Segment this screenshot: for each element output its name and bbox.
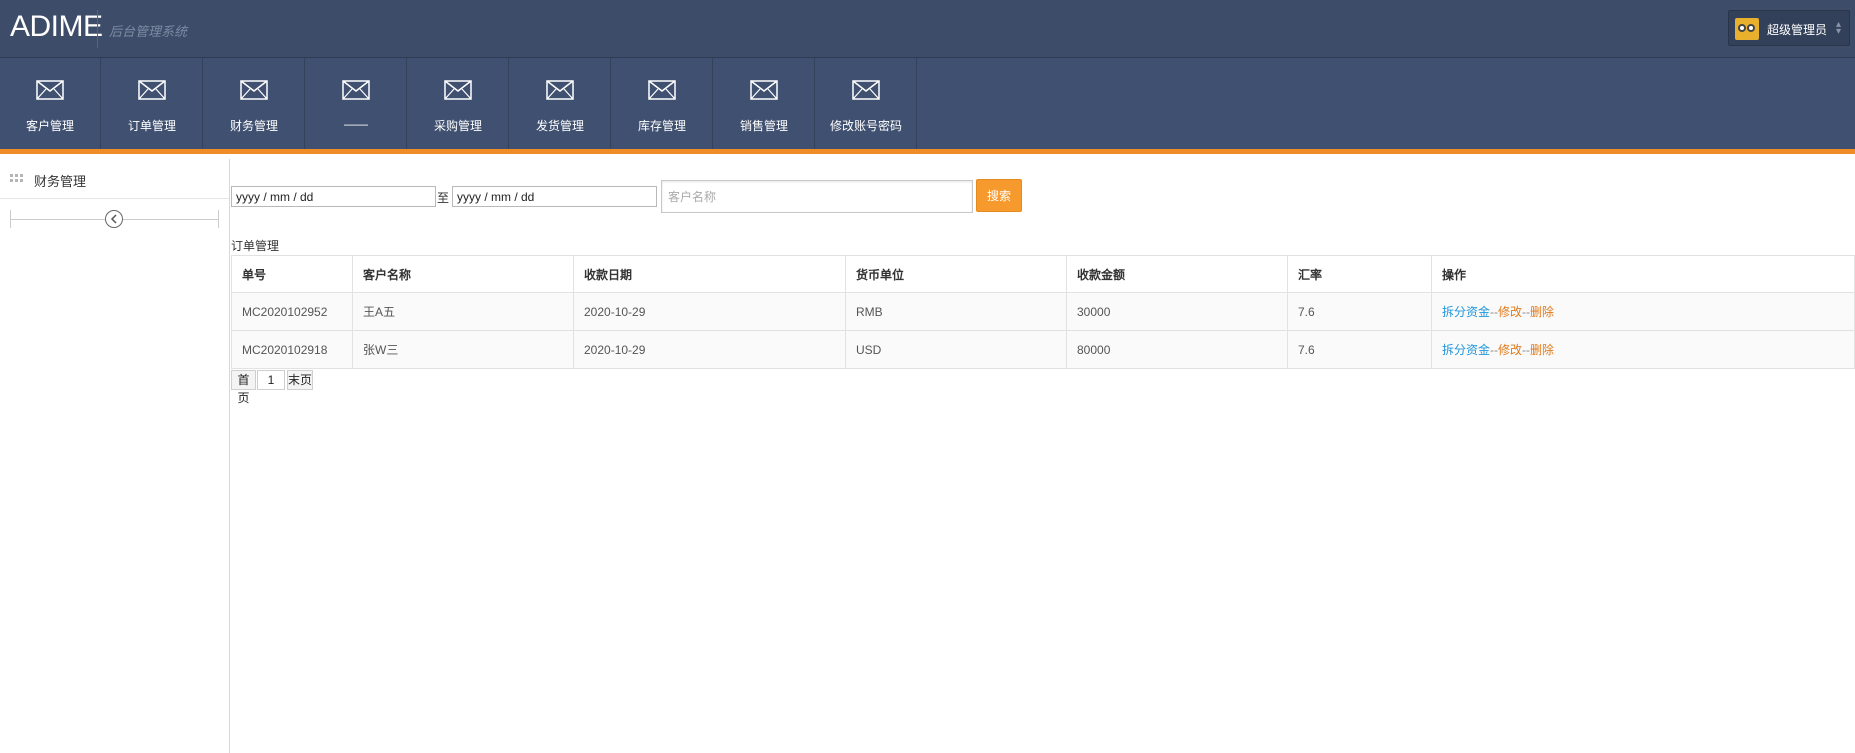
app-logo: ADIME <box>10 10 103 43</box>
split-funds-link[interactable]: 拆分资金 <box>1442 305 1490 319</box>
envelope-icon <box>648 80 676 100</box>
nav-item-purchasing[interactable]: 采购管理 <box>408 58 509 149</box>
table-header-row: 单号 客户名称 收款日期 货币单位 收款金额 汇率 操作 <box>231 255 1855 293</box>
nav-item-label: 修改账号密码 <box>829 119 902 133</box>
nav-item-finance[interactable]: 财务管理 <box>204 58 305 149</box>
logo-divider <box>97 10 98 48</box>
cell-order-no: MC2020102952 <box>231 292 353 331</box>
edit-link[interactable]: 修改 <box>1498 343 1522 357</box>
collapse-sidebar-button[interactable] <box>105 210 123 228</box>
envelope-icon <box>240 80 268 100</box>
cell-currency: RMB <box>845 292 1067 331</box>
cell-rate: 7.6 <box>1287 330 1432 369</box>
cell-rate: 7.6 <box>1287 292 1432 331</box>
sidebar-title: 财务管理 <box>34 174 87 189</box>
cell-date: 2020-10-29 <box>573 330 846 369</box>
edit-link[interactable]: 修改 <box>1498 305 1522 319</box>
top-header: ADIME 后台管理系统 超级管理员 ▴ ▾ <box>0 0 1855 58</box>
nav-item-label: 销售管理 <box>739 119 788 133</box>
table-row: MC2020102952 王A五 2020-10-29 RMB 30000 7.… <box>231 292 1855 331</box>
start-date-input[interactable] <box>231 186 436 207</box>
page-number-1[interactable]: 1 <box>257 370 285 390</box>
chevron-left-icon <box>110 214 117 224</box>
sort-caret-icon: ▴ ▾ <box>1835 19 1841 37</box>
nav-item-label: 采购管理 <box>433 119 482 133</box>
user-menu[interactable]: 超级管理员 ▴ ▾ <box>1728 10 1850 46</box>
nav-item-label: 客户管理 <box>25 119 74 133</box>
sidebar: 财务管理 <box>0 159 230 753</box>
nav-item-label: 订单管理 <box>127 119 176 133</box>
column-header: 汇率 <box>1287 255 1432 293</box>
sidebar-header[interactable]: 财务管理 <box>0 159 229 199</box>
nav-item-blank[interactable]: —— <box>306 58 407 149</box>
delete-link[interactable]: 删除 <box>1530 305 1554 319</box>
envelope-icon <box>444 80 472 100</box>
envelope-icon <box>852 80 880 100</box>
search-button[interactable]: 搜索 <box>976 179 1022 212</box>
nav-item-label: 库存管理 <box>637 119 686 133</box>
column-header: 收款金额 <box>1066 255 1288 293</box>
date-range-separator: 至 <box>437 191 450 205</box>
envelope-icon <box>750 80 778 100</box>
divider <box>218 210 219 228</box>
envelope-icon <box>342 80 370 100</box>
action-separator: -- <box>1522 343 1531 357</box>
app-subtitle: 后台管理系统 <box>109 24 188 39</box>
table-row: MC2020102918 张W三 2020-10-29 USD 80000 7.… <box>231 330 1855 369</box>
cell-actions: 拆分资金--修改--删除 <box>1431 292 1855 331</box>
nav-item-change-password[interactable]: 修改账号密码 <box>816 58 917 149</box>
cell-amount: 30000 <box>1066 292 1288 331</box>
cell-amount: 80000 <box>1066 330 1288 369</box>
nav-item-orders[interactable]: 订单管理 <box>102 58 203 149</box>
nav-item-label: 财务管理 <box>229 119 278 133</box>
orders-table: 单号 客户名称 收款日期 货币单位 收款金额 汇率 操作 MC202010295… <box>231 255 1855 369</box>
cell-date: 2020-10-29 <box>573 292 846 331</box>
last-page-button[interactable]: 末页 <box>287 370 313 390</box>
main-nav: 客户管理 订单管理 财务管理 —— 采购管理 发货管理 库存管理 销售管理 修改… <box>0 58 1855 154</box>
action-separator: -- <box>1490 305 1499 319</box>
nav-item-customers[interactable]: 客户管理 <box>0 58 101 149</box>
cell-customer-name: 王A五 <box>352 292 574 331</box>
first-page-button[interactable]: 首页 <box>231 370 256 405</box>
section-title: 订单管理 <box>231 239 280 253</box>
user-name: 超级管理员 <box>1767 23 1828 37</box>
nav-item-sales[interactable]: 销售管理 <box>714 58 815 149</box>
delete-link[interactable]: 删除 <box>1530 343 1554 357</box>
customer-name-input[interactable] <box>661 180 973 213</box>
column-header: 操作 <box>1431 255 1855 293</box>
nav-item-label: 发货管理 <box>535 119 584 133</box>
cell-currency: USD <box>845 330 1067 369</box>
action-separator: -- <box>1490 343 1499 357</box>
envelope-icon <box>546 80 574 100</box>
column-header: 收款日期 <box>573 255 846 293</box>
split-funds-link[interactable]: 拆分资金 <box>1442 343 1490 357</box>
column-header: 客户名称 <box>352 255 574 293</box>
avatar <box>1735 18 1759 40</box>
cell-order-no: MC2020102918 <box>231 330 353 369</box>
nav-item-shipping[interactable]: 发货管理 <box>510 58 611 149</box>
envelope-icon <box>36 80 64 100</box>
nav-item-inventory[interactable]: 库存管理 <box>612 58 713 149</box>
column-header: 单号 <box>231 255 353 293</box>
cell-customer-name: 张W三 <box>352 330 574 369</box>
end-date-input[interactable] <box>452 186 657 207</box>
envelope-icon <box>138 80 166 100</box>
column-header: 货币单位 <box>845 255 1067 293</box>
nav-item-label: —— <box>344 117 368 131</box>
action-separator: -- <box>1522 305 1531 319</box>
cell-actions: 拆分资金--修改--删除 <box>1431 330 1855 369</box>
grid-dots-icon <box>10 174 24 183</box>
